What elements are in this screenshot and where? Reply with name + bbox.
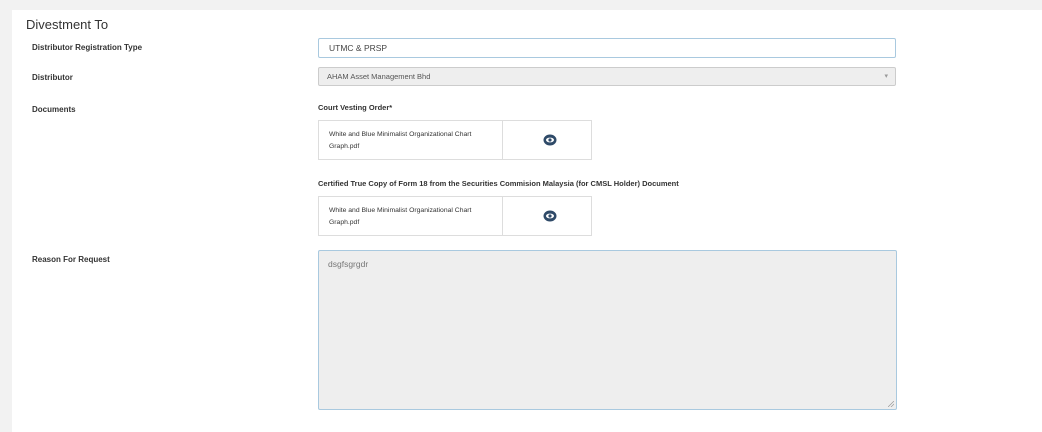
distributor-select[interactable]: AHAM Asset Management Bhd ▾ xyxy=(318,67,896,86)
document-title-form-18: Certified True Copy of Form 18 from the … xyxy=(318,179,679,188)
document-file-name: White and Blue Minimalist Organizational… xyxy=(319,121,503,159)
registration-type-label: Distributor Registration Type xyxy=(32,43,143,52)
reason-label: Reason For Request xyxy=(32,255,110,264)
reason-textarea-value: dsgfsgrgdr xyxy=(328,259,369,269)
documents-label: Documents xyxy=(32,105,76,114)
distributor-select-value: AHAM Asset Management Bhd xyxy=(327,72,431,81)
divestment-to-panel: Divestment To Distributor Registration T… xyxy=(12,10,1042,432)
document-file-card: White and Blue Minimalist Organizational… xyxy=(318,196,592,236)
document-title-court-vesting-order: Court Vesting Order* xyxy=(318,103,393,112)
eye-icon[interactable] xyxy=(543,210,557,222)
distributor-label: Distributor xyxy=(32,73,73,82)
eye-icon[interactable] xyxy=(543,134,557,146)
section-title: Divestment To xyxy=(26,17,109,32)
document-file-name: White and Blue Minimalist Organizational… xyxy=(319,197,503,235)
chevron-down-icon: ▾ xyxy=(884,73,888,80)
registration-type-input[interactable] xyxy=(318,38,896,58)
reason-textarea[interactable]: dsgfsgrgdr xyxy=(318,250,897,410)
resize-handle-icon[interactable] xyxy=(888,401,894,407)
document-file-card: White and Blue Minimalist Organizational… xyxy=(318,120,592,160)
